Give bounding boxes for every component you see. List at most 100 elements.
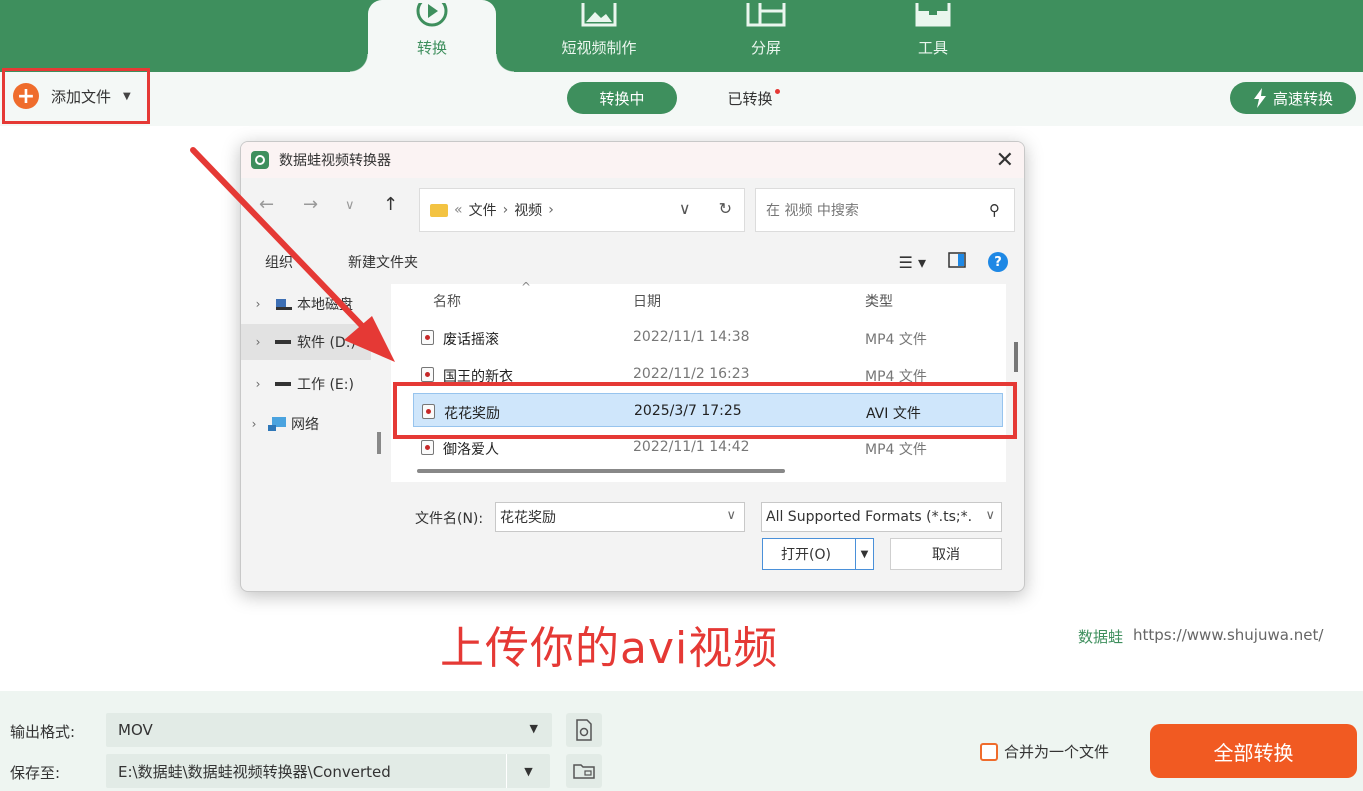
preview-pane-icon[interactable]	[948, 252, 966, 272]
watermark: 数据蛙 https://www.shujuwa.net/	[1078, 626, 1323, 647]
split-screen-icon	[746, 3, 786, 27]
open-file-dialog: 数据蛙视频转换器 ✕ ← → ∨ ↑ « 文件 › 视频 › ∨ ↻ 在 视频 中…	[240, 141, 1025, 592]
save-path-value: E:\数据蛙\数据蛙视频转换器\Converted	[118, 762, 391, 781]
tab-converting[interactable]: 转换中	[567, 82, 677, 114]
merge-checkbox[interactable]	[980, 742, 998, 761]
address-dropdown-icon[interactable]: ∨	[679, 199, 691, 218]
chevron-right-icon[interactable]: ›	[241, 377, 275, 391]
file-date: 2022/11/2 16:23	[633, 366, 750, 382]
annotation-highlight-box	[393, 382, 1017, 439]
caret-down-icon[interactable]: ▼	[123, 91, 131, 102]
file-date: 2022/11/1 14:38	[633, 329, 750, 345]
cancel-button[interactable]: 取消	[890, 538, 1002, 570]
drive-icon	[275, 340, 291, 344]
open-dropdown-icon[interactable]: ▼	[855, 539, 873, 569]
tab-short-video[interactable]: 短视频制作	[540, 0, 658, 72]
refresh-icon[interactable]: ↻	[719, 199, 732, 218]
tree-scrollbar[interactable]	[377, 432, 381, 454]
help-icon[interactable]: ?	[988, 252, 1008, 272]
merge-option[interactable]: 合并为一个文件	[980, 741, 1109, 762]
folder-icon	[430, 203, 448, 217]
file-list-vertical-scrollbar[interactable]	[1014, 342, 1018, 372]
open-label: 打开(O)	[781, 547, 831, 563]
convert-icon	[416, 3, 448, 27]
output-format-select[interactable]: MOV ▼	[106, 713, 552, 747]
open-button[interactable]: 打开(O) ▼	[762, 538, 874, 570]
column-header-name[interactable]: 名称	[433, 284, 461, 318]
breadcrumb-files[interactable]: 文件	[469, 200, 497, 220]
caret-down-icon[interactable]: ▼	[506, 754, 550, 788]
chevron-right-icon[interactable]: ›	[241, 297, 275, 311]
file-row[interactable]: 废话摇滚 2022/11/1 14:38 MP4 文件	[413, 320, 1003, 354]
organize-menu[interactable]: 组织	[265, 252, 293, 272]
tree-item-software-drive[interactable]: › 软件 (D:)	[241, 324, 371, 360]
caret-down-icon[interactable]: ▼	[530, 722, 538, 735]
search-input[interactable]: 在 视频 中搜索 ⚲	[755, 188, 1015, 232]
top-nav: 转换 短视频制作 分屏 工具	[0, 0, 1363, 72]
chevron-down-icon[interactable]: ∨	[726, 508, 736, 523]
tree-item-work-drive[interactable]: › 工作 (E:)	[241, 366, 371, 402]
annotation-caption: 上传你的avi视频	[440, 623, 779, 674]
forward-arrow-icon[interactable]: →	[303, 194, 318, 215]
sort-indicator-icon: ^	[521, 280, 532, 294]
filter-value: All Supported Formats (*.ts;*.	[766, 509, 973, 525]
computer-icon	[276, 299, 292, 310]
tree-item-local-disk[interactable]: › 本地磁盘	[241, 286, 371, 322]
convert-all-button[interactable]: 全部转换	[1150, 724, 1357, 778]
open-folder-button[interactable]	[566, 754, 602, 788]
dialog-nav-row: ← → ∨ ↑ « 文件 › 视频 › ∨ ↻ 在 视频 中搜索 ⚲	[241, 182, 1024, 234]
tree-item-label: 软件 (D:)	[297, 335, 356, 351]
save-to-label: 保存至:	[10, 764, 61, 782]
video-file-icon	[421, 440, 434, 455]
dialog-title: 数据蛙视频转换器	[279, 153, 391, 169]
save-path-field[interactable]: E:\数据蛙\数据蛙视频转换器\Converted ▼	[106, 754, 550, 788]
add-file-button[interactable]: + 添加文件 ▼	[2, 68, 150, 124]
watermark-brand: 数据蛙	[1078, 628, 1124, 646]
output-format-label: 输出格式:	[10, 723, 76, 741]
image-icon	[581, 3, 617, 27]
new-folder-button[interactable]: 新建文件夹	[348, 252, 418, 272]
tab-convert[interactable]: 转换	[350, 0, 514, 72]
back-arrow-icon[interactable]: ←	[259, 194, 274, 215]
chevron-right-icon[interactable]: ›	[241, 417, 267, 431]
filename-input[interactable]: 花花奖励 ∨	[495, 502, 745, 532]
close-icon[interactable]: ✕	[996, 148, 1014, 173]
address-bar[interactable]: « 文件 › 视频 › ∨ ↻	[419, 188, 745, 232]
filename-value: 花花奖励	[500, 510, 556, 526]
sub-toolbar	[0, 72, 1363, 126]
tab-split-screen[interactable]: 分屏	[726, 0, 806, 72]
toolbox-icon	[915, 3, 951, 27]
merge-label: 合并为一个文件	[1004, 743, 1110, 761]
settings-doc-icon	[576, 719, 592, 741]
fast-convert-button[interactable]: 高速转换	[1230, 82, 1356, 114]
add-file-label: 添加文件	[51, 87, 112, 106]
tree-item-label: 工作 (E:)	[297, 377, 354, 393]
tree-item-network[interactable]: › 网络	[241, 406, 371, 442]
file-date: 2022/11/1 14:42	[633, 439, 750, 455]
chevron-down-icon[interactable]: ∨	[985, 508, 995, 523]
chevron-right-icon[interactable]: ›	[241, 335, 275, 349]
search-placeholder: 在 视频 中搜索	[766, 203, 859, 219]
tab-tools[interactable]: 工具	[893, 0, 973, 72]
tree-item-label: 网络	[291, 417, 319, 433]
tab-converted[interactable]: 已转换	[700, 82, 800, 114]
search-icon[interactable]: ⚲	[989, 201, 1000, 219]
tab-convert-label: 转换	[416, 39, 447, 57]
format-settings-button[interactable]	[566, 713, 602, 747]
tab-split-screen-label: 分屏	[750, 39, 781, 57]
column-header-type[interactable]: 类型	[865, 284, 893, 318]
view-menu-icon[interactable]: ☰ ▾	[899, 253, 926, 272]
lightning-icon	[1253, 88, 1266, 108]
app-logo-icon	[251, 151, 269, 169]
video-file-icon	[421, 330, 434, 345]
tab-short-video-label: 短视频制作	[561, 39, 637, 57]
recent-chevron-icon[interactable]: ∨	[345, 198, 355, 213]
folder-icon	[573, 764, 595, 779]
breadcrumb-videos[interactable]: 视频	[514, 200, 542, 220]
file-list-horizontal-scrollbar[interactable]	[417, 469, 785, 473]
up-arrow-icon[interactable]: ↑	[383, 194, 398, 215]
column-header-date[interactable]: 日期	[633, 284, 661, 318]
file-type-filter-select[interactable]: All Supported Formats (*.ts;*. ∨	[761, 502, 1002, 532]
output-format-value: MOV	[118, 721, 153, 739]
fast-convert-label: 高速转换	[1272, 89, 1333, 108]
